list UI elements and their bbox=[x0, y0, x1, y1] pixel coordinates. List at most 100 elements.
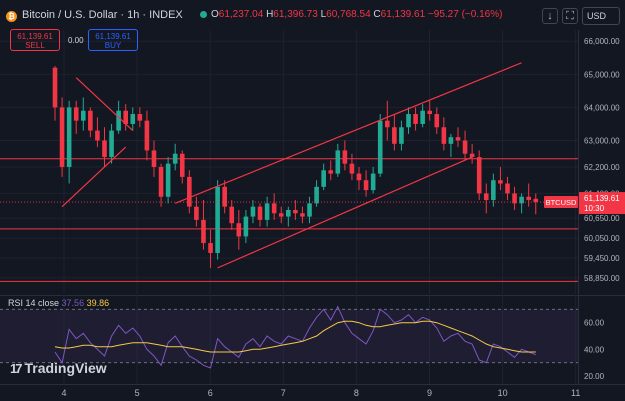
candle-body bbox=[505, 183, 510, 194]
candle-body bbox=[229, 206, 235, 224]
y-tick-label: 66,000.00 bbox=[584, 37, 620, 46]
rsi-tick-label: 40.00 bbox=[584, 345, 605, 354]
rsi-legend[interactable]: RSI 14 close 37.56 39.86 bbox=[8, 298, 109, 308]
candle-body bbox=[469, 153, 475, 158]
candle-body bbox=[271, 203, 277, 214]
candle-body bbox=[201, 219, 206, 244]
trendline bbox=[61, 146, 127, 208]
candle-body bbox=[448, 137, 454, 144]
candle-body bbox=[73, 107, 79, 121]
candle-body bbox=[491, 180, 496, 201]
x-tick-label: 10 bbox=[498, 388, 508, 398]
candle-body bbox=[222, 186, 227, 207]
candle-body bbox=[363, 180, 369, 191]
candle-body bbox=[300, 213, 305, 217]
sell-price: 61,139.61 bbox=[17, 32, 53, 41]
candle-body bbox=[533, 198, 539, 203]
chart-canvas[interactable]: 4 5 6 7 8 9 10 11 58,850.00 59,450.00 60,050.00 60,… bbox=[0, 0, 625, 401]
market-status-icon bbox=[200, 10, 207, 18]
buy-label: BUY bbox=[104, 41, 122, 50]
candle-body bbox=[130, 114, 136, 124]
candle-body bbox=[314, 186, 319, 204]
trendline bbox=[174, 62, 522, 204]
y-tick-label: 64,000.00 bbox=[584, 103, 620, 112]
y-tick-label: 59,450.00 bbox=[584, 254, 620, 263]
low-value: 60,768.54 bbox=[326, 9, 371, 20]
x-tick-label: 9 bbox=[427, 388, 432, 398]
candle-body bbox=[236, 223, 242, 237]
candle-body bbox=[52, 67, 58, 108]
y-tick-label: 63,000.00 bbox=[584, 136, 620, 145]
candle-body bbox=[208, 243, 213, 253]
symbol-title[interactable]: Bitcoin / U.S. Dollar · 1h · INDEX bbox=[22, 9, 183, 21]
candle-body bbox=[377, 120, 383, 174]
trendlines[interactable] bbox=[61, 62, 522, 269]
y-tick-label: 65,000.00 bbox=[584, 70, 620, 79]
open-value: 61,237.04 bbox=[218, 9, 264, 20]
candle-body bbox=[95, 130, 100, 141]
candle-body bbox=[420, 110, 425, 124]
candle-body bbox=[286, 209, 291, 217]
candle-body bbox=[406, 114, 411, 128]
tradingview-logo[interactable]: 17 TradingView bbox=[10, 360, 107, 376]
y-tick-label: 58,850.00 bbox=[584, 274, 620, 283]
candle-body bbox=[328, 170, 334, 174]
candle-body bbox=[476, 157, 482, 194]
candle-body bbox=[151, 150, 157, 167]
candle-body bbox=[158, 166, 164, 197]
fullscreen-icon[interactable]: ⛶ bbox=[562, 8, 578, 24]
candle-body bbox=[165, 163, 171, 197]
currency-select[interactable]: USD bbox=[582, 7, 620, 25]
candle-body bbox=[243, 216, 249, 237]
download-icon[interactable]: ↓ bbox=[542, 8, 558, 24]
candle-body bbox=[66, 107, 72, 167]
buy-price: 61,139.61 bbox=[95, 32, 131, 41]
x-tick-label: 5 bbox=[135, 388, 140, 398]
candle-body bbox=[321, 170, 326, 187]
sell-button[interactable]: 61,139.61 SELL bbox=[10, 29, 60, 51]
countdown-label: 10:30 bbox=[584, 204, 605, 213]
buy-button[interactable]: 61,139.61 BUY bbox=[88, 29, 138, 51]
candle-body bbox=[483, 193, 489, 201]
candle-body bbox=[434, 114, 440, 128]
y-tick-label: 60,650.00 bbox=[584, 214, 620, 223]
candle-body bbox=[349, 163, 355, 174]
candle-body bbox=[392, 127, 397, 144]
candle-body bbox=[264, 203, 270, 220]
candle-body bbox=[278, 213, 284, 217]
candle-body bbox=[441, 127, 447, 144]
candle-body bbox=[526, 196, 531, 201]
rsi-pane bbox=[0, 305, 578, 369]
horizontal-levels[interactable] bbox=[0, 158, 578, 282]
candle-body bbox=[498, 180, 503, 184]
x-tick-label: 6 bbox=[208, 388, 213, 398]
candle-body bbox=[137, 114, 143, 121]
x-tick-label: 11 bbox=[571, 388, 580, 398]
candle-body bbox=[370, 173, 376, 191]
candle-body bbox=[109, 130, 114, 158]
candle-body bbox=[179, 153, 185, 177]
candle-body bbox=[116, 110, 121, 131]
candle-body bbox=[59, 107, 65, 167]
tradingview-wordmark: TradingView bbox=[24, 360, 107, 376]
candle-body bbox=[257, 206, 263, 220]
candle-body bbox=[250, 206, 256, 217]
rsi-value: 37.56 bbox=[61, 298, 85, 308]
y-tick-label: 60,050.00 bbox=[584, 234, 620, 243]
candle-body bbox=[80, 110, 86, 121]
candle-body bbox=[455, 137, 461, 141]
candle-body bbox=[172, 153, 178, 164]
sell-label: SELL bbox=[25, 41, 45, 50]
rsi-ma-value: 39.86 bbox=[86, 298, 110, 308]
candle-body bbox=[293, 209, 298, 214]
symbol-tag-label: BTCUSD bbox=[546, 198, 577, 207]
candle-body bbox=[88, 110, 93, 131]
x-tick-label: 8 bbox=[354, 388, 359, 398]
x-tick-label: 7 bbox=[281, 388, 286, 398]
x-tick-label: 4 bbox=[61, 388, 66, 398]
y-tick-label: 62,200.00 bbox=[584, 163, 620, 172]
candle-body bbox=[427, 110, 433, 115]
tradingview-logo-icon: 17 bbox=[10, 361, 23, 376]
candle-body bbox=[356, 173, 362, 181]
rsi-tick-label: 60.00 bbox=[584, 319, 605, 328]
